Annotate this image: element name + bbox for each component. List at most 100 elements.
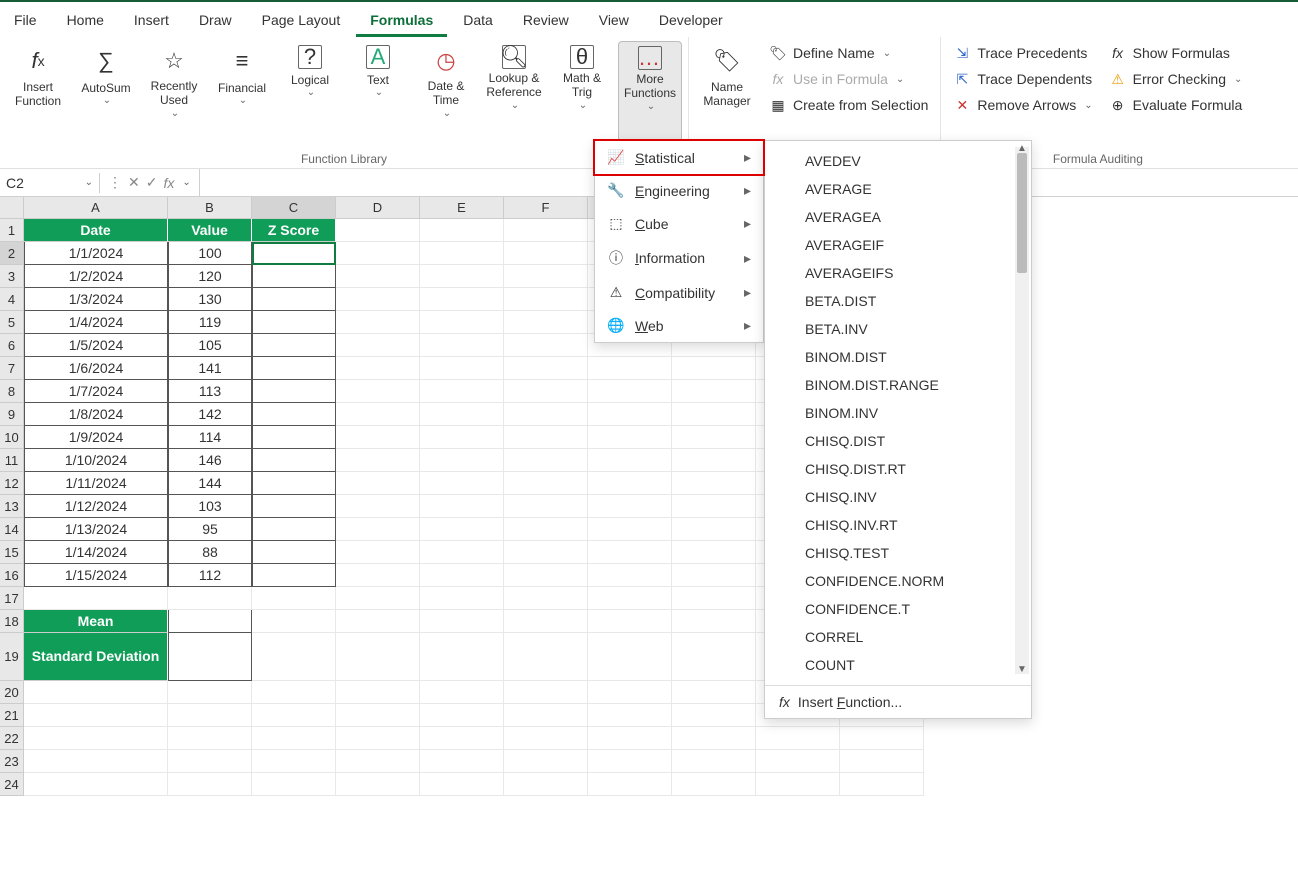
row-header[interactable]: 18 [0,610,24,633]
cell[interactable] [672,773,756,796]
function-item[interactable]: CHISQ.INV [765,483,1031,511]
cell[interactable] [588,403,672,426]
cell[interactable] [756,773,840,796]
cell[interactable] [336,704,420,727]
cell[interactable] [24,750,168,773]
cell[interactable] [252,518,336,541]
cell[interactable] [672,610,756,633]
create-from-selection-button[interactable]: ▦Create from Selection [763,93,934,117]
function-item[interactable]: CHISQ.TEST [765,539,1031,567]
row-header[interactable]: 21 [0,704,24,727]
cell[interactable] [504,242,588,265]
cell[interactable]: 1/3/2024 [24,288,168,311]
cell[interactable]: 1/7/2024 [24,380,168,403]
fx-icon[interactable]: fx [163,175,174,191]
cell[interactable] [504,633,588,681]
column-header[interactable]: F [504,197,588,219]
cell[interactable]: Z Score [252,219,336,242]
cell[interactable] [336,426,420,449]
cell[interactable]: 103 [168,495,252,518]
evaluate-formula-button[interactable]: ⊕Evaluate Formula [1103,93,1249,117]
cell[interactable] [588,357,672,380]
row-header[interactable]: 22 [0,727,24,750]
cell[interactable]: 141 [168,357,252,380]
row-header[interactable]: 15 [0,541,24,564]
cell[interactable] [420,495,504,518]
name-box[interactable]: C2⌄ [0,173,100,193]
cell[interactable] [252,681,336,704]
cell[interactable] [420,380,504,403]
cell[interactable] [252,265,336,288]
menu-item-cube[interactable]: ⬚Cube▸ [595,207,763,240]
cell[interactable] [420,564,504,587]
cell[interactable] [504,704,588,727]
cell[interactable] [504,495,588,518]
cell[interactable] [336,681,420,704]
cell[interactable] [336,773,420,796]
cell[interactable] [588,681,672,704]
cell[interactable] [336,334,420,357]
cell[interactable] [336,288,420,311]
cell[interactable] [336,727,420,750]
row-header[interactable]: 8 [0,380,24,403]
cell[interactable] [588,587,672,610]
cell[interactable] [252,633,336,681]
tab-file[interactable]: File [0,6,51,37]
cell[interactable] [420,587,504,610]
cell[interactable] [672,380,756,403]
function-item[interactable]: CONFIDENCE.T [765,595,1031,623]
row-header[interactable]: 2 [0,242,24,265]
name-manager-button[interactable]: 🏷 Name Manager [695,41,759,150]
row-header[interactable]: 5 [0,311,24,334]
cell[interactable] [168,750,252,773]
function-item[interactable]: CONFIDENCE.NORM [765,567,1031,595]
cell[interactable]: 1/10/2024 [24,449,168,472]
more-functions-button[interactable]: … More Functions⌄ [618,41,682,150]
scroll-down-icon[interactable]: ▼ [1015,664,1029,678]
cell[interactable] [420,681,504,704]
tab-draw[interactable]: Draw [185,6,246,37]
cell[interactable] [420,403,504,426]
cell[interactable] [252,587,336,610]
cell[interactable] [336,541,420,564]
cell[interactable]: Value [168,219,252,242]
cell[interactable]: 1/14/2024 [24,541,168,564]
insert-function-menu-item[interactable]: fx Insert Function... [765,685,1031,718]
cell[interactable] [504,472,588,495]
menu-item-information[interactable]: ⓘInformation▸ [595,240,763,276]
cell[interactable] [336,219,420,242]
cell[interactable] [420,334,504,357]
cell[interactable] [672,564,756,587]
function-item[interactable]: AVERAGE [765,175,1031,203]
cell[interactable] [420,541,504,564]
cell[interactable] [336,403,420,426]
cell[interactable]: 113 [168,380,252,403]
cell[interactable] [252,357,336,380]
cell[interactable] [252,750,336,773]
cell[interactable] [420,426,504,449]
cell[interactable] [840,750,924,773]
cell[interactable]: Standard Deviation [24,633,168,681]
cell[interactable] [252,380,336,403]
cell[interactable] [252,610,336,633]
cell[interactable] [672,727,756,750]
cell[interactable]: 100 [168,242,252,265]
cell[interactable] [420,704,504,727]
cell[interactable]: 1/9/2024 [24,426,168,449]
cell[interactable]: 1/8/2024 [24,403,168,426]
cell[interactable] [588,727,672,750]
function-item[interactable]: BINOM.DIST [765,343,1031,371]
cell[interactable] [336,242,420,265]
cell[interactable] [420,265,504,288]
cell[interactable] [504,518,588,541]
cell[interactable] [336,564,420,587]
cell[interactable] [588,541,672,564]
cell[interactable] [168,727,252,750]
show-formulas-button[interactable]: fxShow Formulas [1103,41,1249,65]
scroll-thumb[interactable] [1017,153,1027,273]
cell[interactable] [336,495,420,518]
date-time-button[interactable]: ◷ Date & Time⌄ [414,41,478,150]
cell[interactable]: 105 [168,334,252,357]
cell[interactable]: 1/12/2024 [24,495,168,518]
cell[interactable]: Date [24,219,168,242]
